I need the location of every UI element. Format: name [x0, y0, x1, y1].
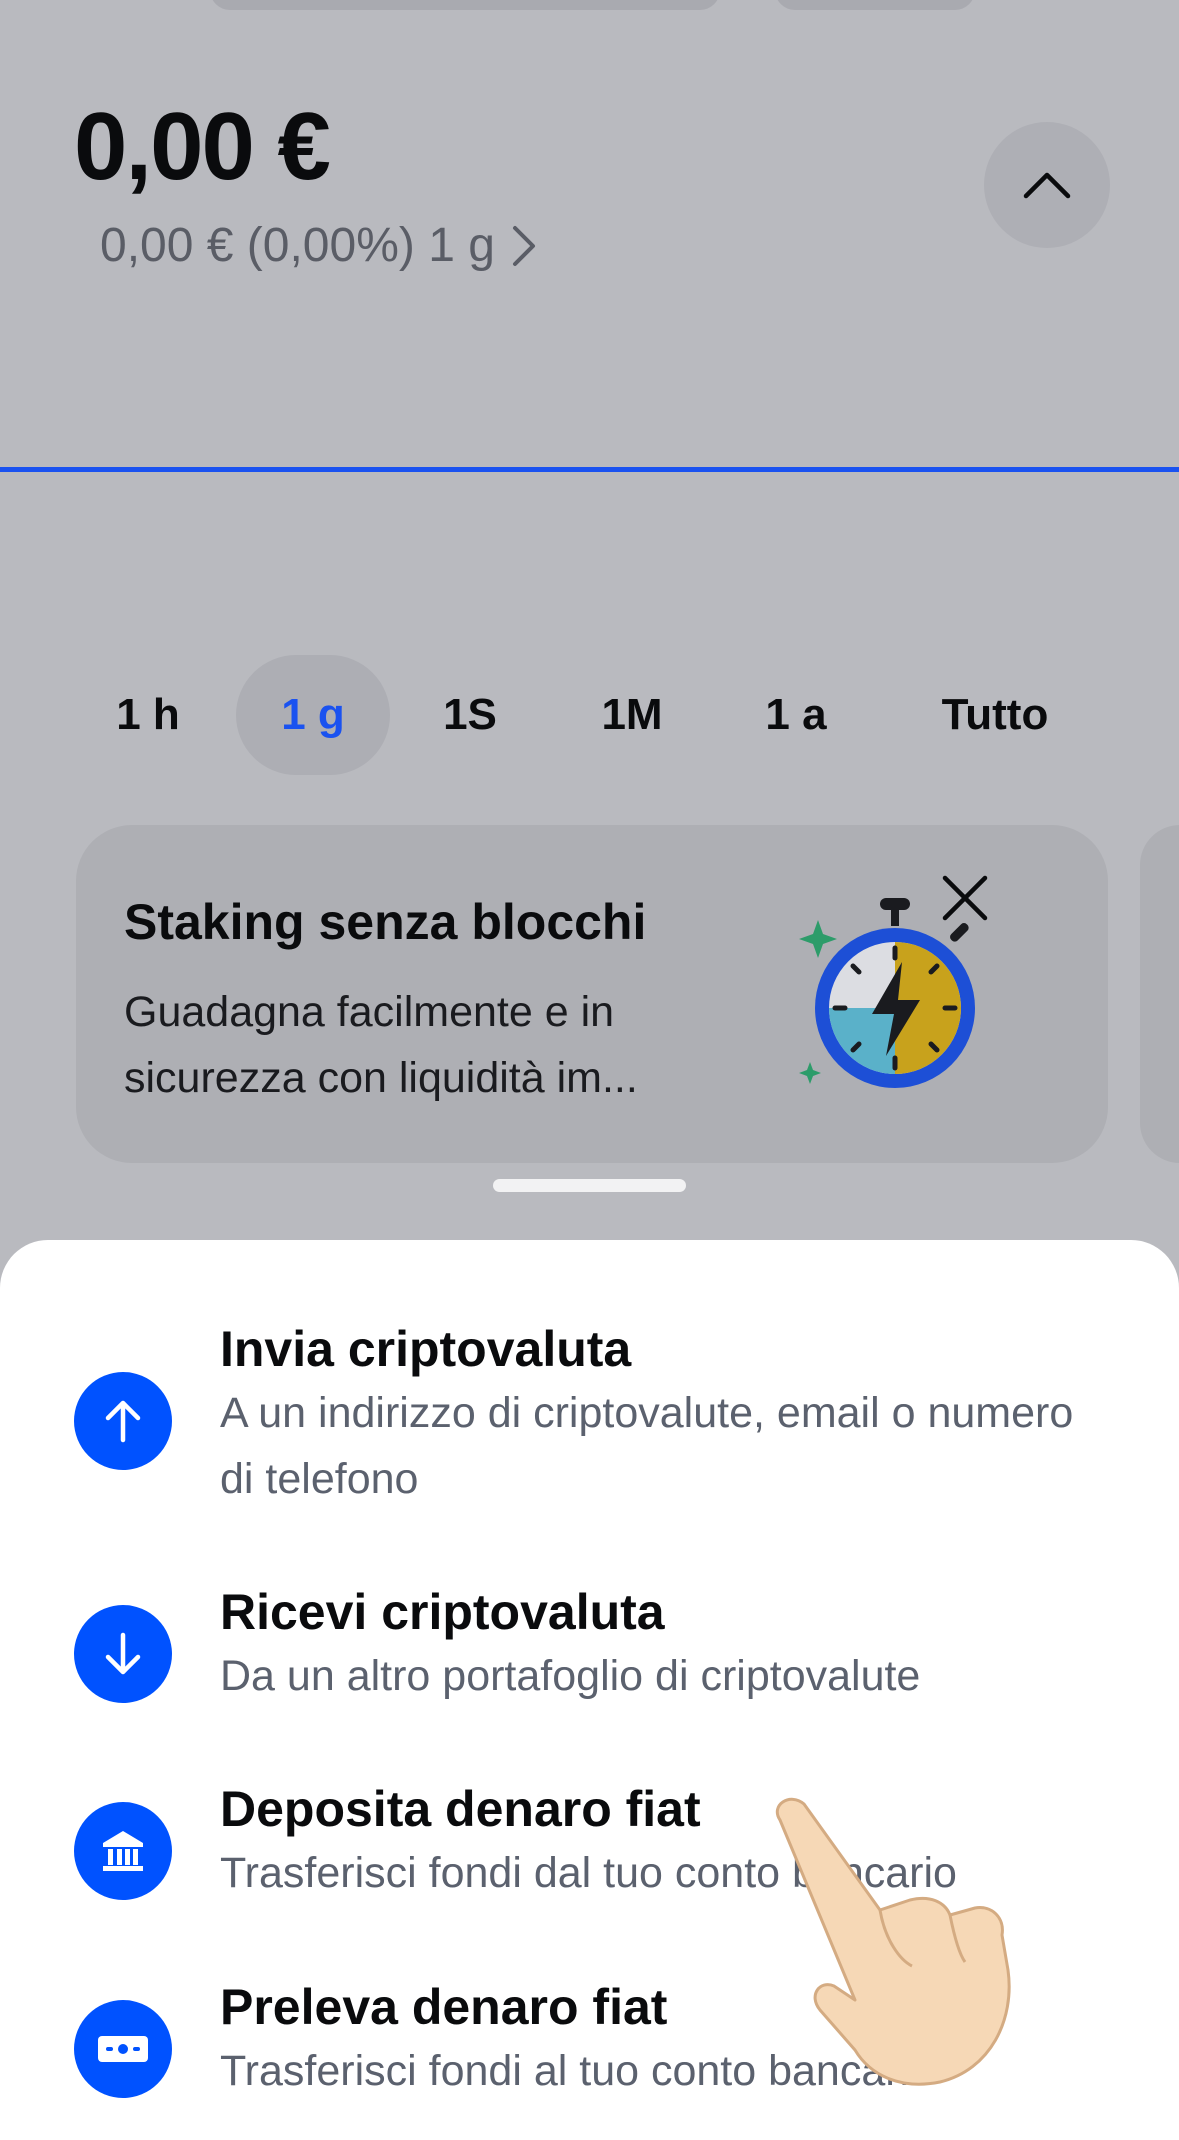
- bank-icon: [74, 1802, 172, 1900]
- stopwatch-icon: [799, 898, 975, 1088]
- timeframe-tabs: 1 h 1 g 1S 1M 1 a Tutto: [0, 655, 1179, 775]
- item-subtitle: A un indirizzo di criptovalute, email o …: [220, 1389, 1074, 1503]
- item-subtitle: Da un altro portafoglio di criptovalute: [220, 1652, 921, 1700]
- pointing-hand-icon: [776, 1797, 1011, 2086]
- tab-1s[interactable]: 1S: [420, 655, 520, 775]
- item-title: Deposita denaro fiat: [220, 1781, 701, 1837]
- arrow-up-icon: [74, 1372, 172, 1470]
- collapse-button[interactable]: [984, 122, 1110, 248]
- item-title: Ricevi criptovaluta: [220, 1584, 665, 1640]
- tab-1h[interactable]: 1 h: [98, 655, 198, 775]
- portfolio-balance: 0,00 €: [74, 93, 331, 200]
- portfolio-change-text: 0,00 € (0,00%) 1 g: [100, 219, 495, 272]
- price-chart-line: [0, 467, 1179, 472]
- top-pill-right: [775, 0, 975, 10]
- arrow-down-icon: [74, 1605, 172, 1703]
- tab-tutto[interactable]: Tutto: [910, 655, 1080, 775]
- promo-title: Staking senza blocchi: [124, 894, 647, 950]
- tab-1a[interactable]: 1 a: [746, 655, 846, 775]
- top-pill-left: [210, 0, 720, 10]
- chevron-up-icon: [1023, 172, 1071, 199]
- tab-1m[interactable]: 1M: [580, 655, 684, 775]
- next-promo-card[interactable]: [1140, 825, 1179, 1163]
- sheet-drag-handle[interactable]: [493, 1179, 686, 1192]
- tab-1g[interactable]: 1 g: [236, 655, 390, 775]
- cash-icon: [74, 2000, 172, 2098]
- portfolio-change[interactable]: 0,00 € (0,00%) 1 g: [100, 218, 539, 273]
- item-title: Preleva denaro fiat: [220, 1979, 668, 2035]
- chevron-right-icon: [512, 225, 535, 266]
- promo-body: Guadagna facilmente e in sicurezza con l…: [124, 988, 638, 1102]
- item-title: Invia criptovaluta: [220, 1321, 632, 1377]
